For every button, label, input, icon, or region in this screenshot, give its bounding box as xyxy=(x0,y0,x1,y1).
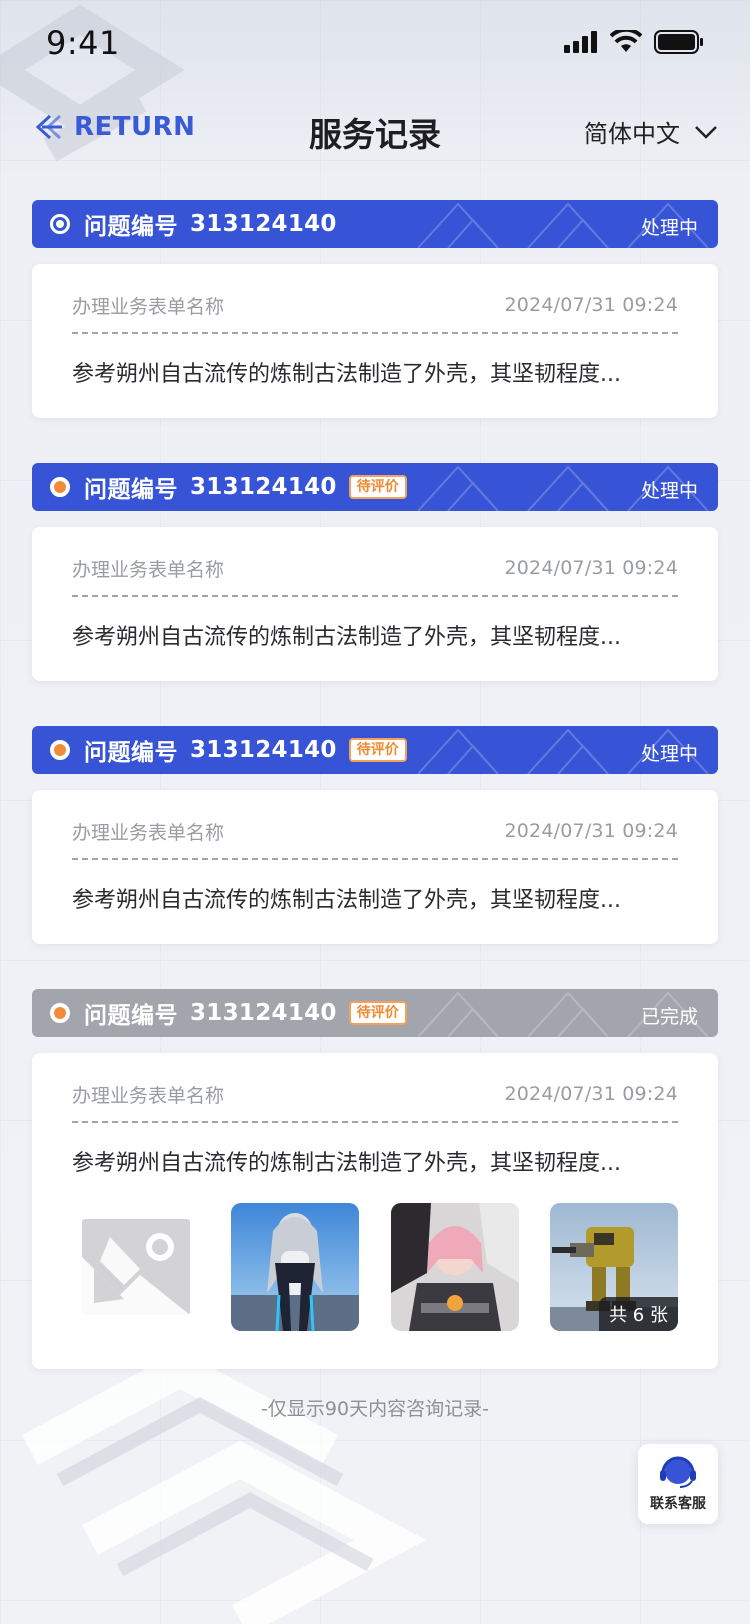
divider xyxy=(72,858,678,860)
status-dot-icon xyxy=(50,477,70,497)
record-body: 办理业务表单名称 2024/07/31 09:24 参考朔州自古流传的炼制古法制… xyxy=(32,790,718,944)
wifi-icon xyxy=(610,30,642,52)
character-image-1 xyxy=(231,1203,360,1331)
record-header: 问题编号 313124140 待评价 处理中 xyxy=(32,726,718,774)
issue-number: 313124140 xyxy=(190,737,337,763)
status-icons xyxy=(564,30,704,54)
record-card[interactable]: 问题编号 313124140 待评价 已完成 办理业务表单名称 2024/07/… xyxy=(32,989,718,1369)
issue-number: 313124140 xyxy=(190,1000,337,1026)
record-card[interactable]: 问题编号 313124140 待评价 处理中 办理业务表单名称 2024/07/… xyxy=(32,726,718,944)
status-time: 9:41 xyxy=(46,24,120,62)
issue-number: 313124140 xyxy=(190,211,337,237)
record-description: 参考朔州自古流传的炼制古法制造了外壳，其坚韧程度... xyxy=(72,888,621,913)
record-body: 办理业务表单名称 2024/07/31 09:24 参考朔州自古流传的炼制古法制… xyxy=(32,264,718,418)
divider xyxy=(72,332,678,334)
status-text: 处理中 xyxy=(640,480,698,502)
contact-service-label: 联系客服 xyxy=(650,1496,706,1512)
status-dot-icon xyxy=(50,214,70,234)
record-body: 办理业务表单名称 2024/07/31 09:24 参考朔州自古流传的炼制古法制… xyxy=(32,527,718,681)
divider xyxy=(72,1121,678,1123)
contact-service-button[interactable]: 联系客服 xyxy=(638,1444,718,1524)
record-date: 2024/07/31 09:24 xyxy=(504,1083,678,1105)
pending-review-badge: 待评价 xyxy=(348,738,407,762)
status-text: 已完成 xyxy=(640,1006,698,1028)
issue-number-label: 问题编号 xyxy=(84,740,178,766)
nav-bar: RETURN 服务记录 简体中文 xyxy=(0,100,750,164)
record-date: 2024/07/31 09:24 xyxy=(504,294,678,316)
character-image-2 xyxy=(390,1203,519,1331)
image-thumbnail[interactable] xyxy=(231,1203,360,1331)
divider xyxy=(72,595,678,597)
status-bar: 9:41 xyxy=(0,0,750,90)
pending-review-badge: 待评价 xyxy=(348,1001,407,1025)
record-header: 问题编号 313124140 处理中 xyxy=(32,200,718,248)
image-thumbnails: 共 6 张 xyxy=(72,1203,678,1369)
record-card[interactable]: 问题编号 313124140 待评价 处理中 办理业务表单名称 2024/07/… xyxy=(32,463,718,681)
record-card[interactable]: 问题编号 313124140 处理中 办理业务表单名称 2024/07/31 0… xyxy=(32,200,718,418)
form-name: 办理业务表单名称 xyxy=(72,1084,225,1107)
record-header: 问题编号 313124140 待评价 处理中 xyxy=(32,463,718,511)
headset-icon xyxy=(660,1456,696,1488)
issue-number: 313124140 xyxy=(190,474,337,500)
form-name: 办理业务表单名称 xyxy=(72,821,225,844)
chevron-down-icon xyxy=(695,125,717,139)
image-thumbnail[interactable]: 共 6 张 xyxy=(549,1203,678,1331)
form-name: 办理业务表单名称 xyxy=(72,295,225,318)
status-dot-icon xyxy=(50,1003,70,1023)
pending-review-badge: 待评价 xyxy=(348,475,407,499)
image-placeholder-icon xyxy=(82,1219,190,1315)
image-count-label: 共 6 张 xyxy=(599,1297,678,1331)
status-text: 处理中 xyxy=(640,217,698,239)
battery-icon xyxy=(654,30,703,54)
record-description: 参考朔州自古流传的炼制古法制造了外壳，其坚韧程度... xyxy=(72,362,621,387)
image-thumbnail[interactable] xyxy=(390,1203,519,1331)
status-dot-icon xyxy=(50,740,70,760)
cellular-signal-icon xyxy=(564,31,597,53)
issue-number-label: 问题编号 xyxy=(84,1003,178,1029)
record-header: 问题编号 313124140 待评价 已完成 xyxy=(32,989,718,1037)
record-date: 2024/07/31 09:24 xyxy=(504,820,678,842)
record-date: 2024/07/31 09:24 xyxy=(504,557,678,579)
status-text: 处理中 xyxy=(640,743,698,765)
background-logo-bottom xyxy=(22,1350,427,1624)
issue-number-label: 问题编号 xyxy=(84,214,178,240)
record-body: 办理业务表单名称 2024/07/31 09:24 参考朔州自古流传的炼制古法制… xyxy=(32,1053,718,1369)
language-selector[interactable]: 简体中文 xyxy=(584,114,718,149)
form-name: 办理业务表单名称 xyxy=(72,558,225,581)
image-placeholder[interactable] xyxy=(72,1203,200,1331)
issue-number-label: 问题编号 xyxy=(84,477,178,503)
footer-note: -仅显示90天内容咨询记录- xyxy=(261,1398,489,1420)
record-description: 参考朔州自古流传的炼制古法制造了外壳，其坚韧程度... xyxy=(72,1151,621,1176)
language-label: 简体中文 xyxy=(584,120,680,148)
record-description: 参考朔州自古流传的炼制古法制造了外壳，其坚韧程度... xyxy=(72,625,621,650)
